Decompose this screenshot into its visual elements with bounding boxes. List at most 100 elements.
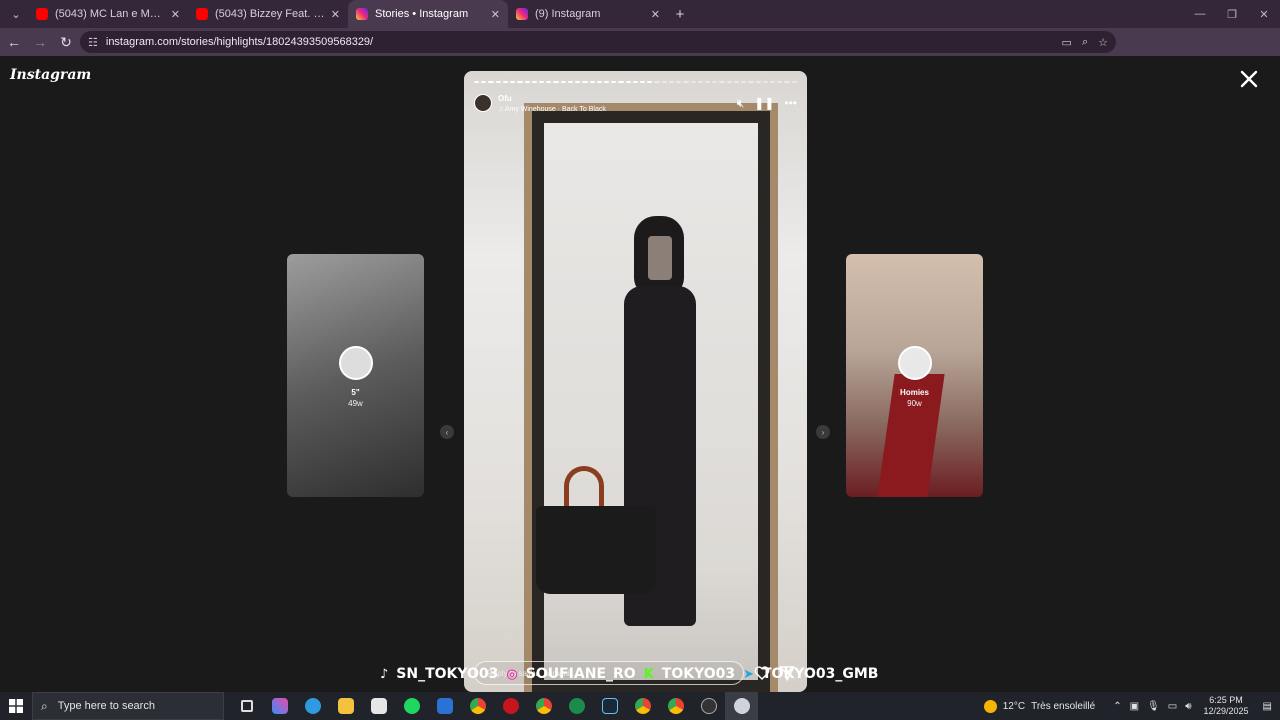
- tab-title: (9) Instagram: [535, 8, 601, 20]
- windows-start-icon[interactable]: [0, 692, 32, 720]
- tiktok-icon: ♪: [380, 666, 389, 682]
- forward-arrow-icon[interactable]: →: [28, 30, 52, 54]
- instagram-handle: SOUFIANE_RO: [525, 666, 636, 682]
- network-icon[interactable]: ▭: [1168, 701, 1177, 712]
- browser-tab-active[interactable]: Stories • Instagram ✕: [348, 0, 508, 28]
- more-options-icon[interactable]: •••: [784, 96, 797, 110]
- tab-close-icon[interactable]: ✕: [171, 8, 180, 21]
- site-info-icon[interactable]: ☷: [88, 36, 98, 49]
- browser-tab[interactable]: (5043) MC Lan e MC WM - Su ✕: [28, 0, 188, 28]
- clock[interactable]: 6:25 PM 12/29/2025: [1204, 695, 1249, 717]
- app-icon[interactable]: [494, 692, 527, 720]
- kick-icon: K: [643, 666, 654, 682]
- story-age: 7w: [515, 94, 527, 103]
- chrome-icon[interactable]: [626, 692, 659, 720]
- windows-taskbar: ⌕ Type here to search 12°C Très ensoleil…: [0, 692, 1280, 720]
- tab-title: Stories • Instagram: [375, 8, 469, 20]
- close-window-button[interactable]: ✕: [1248, 0, 1280, 28]
- app-icon-active[interactable]: [725, 692, 758, 720]
- chrome-icon[interactable]: [461, 692, 494, 720]
- telegram-handle: TOKYO03_GMB: [762, 666, 879, 682]
- reload-icon[interactable]: ↻: [54, 30, 78, 54]
- restore-button[interactable]: ❐: [1216, 0, 1248, 28]
- avatar[interactable]: [474, 94, 492, 112]
- highlight-avatar: [338, 346, 373, 380]
- back-arrow-icon[interactable]: ←: [2, 30, 26, 54]
- instagram-icon: ◎: [506, 666, 518, 682]
- tab-close-icon[interactable]: ✕: [491, 8, 500, 21]
- file-explorer-icon[interactable]: [329, 692, 362, 720]
- notification-icon[interactable]: ▤: [1263, 701, 1272, 712]
- tray-app-icon[interactable]: ▣: [1130, 701, 1139, 712]
- search-icon: ⌕: [41, 698, 48, 713]
- highlight-title: Homies: [900, 388, 929, 397]
- instagram-logo[interactable]: Instagram: [10, 67, 91, 83]
- tab-search-menu-icon[interactable]: ⌄: [4, 4, 28, 24]
- address-bar[interactable]: ☷ instagram.com/stories/highlights/18024…: [80, 31, 1116, 53]
- tab-close-icon[interactable]: ✕: [331, 8, 340, 21]
- clock-time: 6:25 PM: [1209, 695, 1243, 705]
- browser-tab[interactable]: (9) Instagram ✕: [508, 0, 668, 28]
- zoom-icon[interactable]: ⌕: [1082, 36, 1088, 49]
- bookmark-star-icon[interactable]: ☆: [1098, 36, 1108, 49]
- browser-tab-strip: ⌄ (5043) MC Lan e MC WM - Su ✕ (5043) Bi…: [0, 0, 1280, 28]
- next-story-arrow-icon[interactable]: ›: [816, 425, 830, 439]
- music-icon: ♫: [498, 106, 505, 113]
- instagram-stories-page: Instagram 5" 49w ‹ Ofu 7w ♫ Amy Winehouse…: [0, 56, 1280, 692]
- youtube-icon: [196, 8, 208, 20]
- chrome-profile-icon[interactable]: [527, 692, 560, 720]
- highlight-avatar: [897, 346, 932, 380]
- microphone-icon[interactable]: 🎙︎: [1147, 701, 1160, 712]
- minimize-button[interactable]: —: [1184, 0, 1216, 28]
- youtube-icon: [36, 8, 48, 20]
- install-app-icon[interactable]: ▭: [1062, 36, 1072, 49]
- close-icon[interactable]: [1238, 68, 1260, 90]
- highlight-age: 49w: [348, 399, 363, 408]
- highlight-title: 5": [351, 388, 360, 397]
- story-photo-subject: [536, 216, 714, 626]
- chevron-up-icon[interactable]: ⌃: [1113, 701, 1121, 712]
- highlight-age: 90w: [907, 399, 922, 408]
- steam-icon[interactable]: [593, 692, 626, 720]
- chrome-icon[interactable]: [659, 692, 692, 720]
- story-song[interactable]: Amy Winehouse · Back To Black: [505, 106, 606, 113]
- sun-icon: [983, 699, 997, 713]
- window-controls: — ❐ ✕: [1184, 0, 1280, 28]
- tiktok-handle: SN_TOKYO03: [396, 666, 499, 682]
- weather-temp: 12°C: [1002, 700, 1026, 712]
- weather-widget[interactable]: 12°C Très ensoleillé: [983, 699, 1095, 713]
- volume-icon[interactable]: 🔊︎: [1185, 701, 1191, 712]
- taskbar-search-placeholder: Type here to search: [57, 700, 155, 712]
- taskbar-apps: [230, 692, 758, 720]
- system-tray: 12°C Très ensoleillé ⌃ ▣ 🎙︎ ▭ 🔊︎ 6:25 PM…: [983, 692, 1280, 720]
- new-tab-button[interactable]: +: [668, 6, 692, 23]
- mute-icon[interactable]: 🔇︎: [737, 96, 745, 111]
- telegram-icon: ➤: [743, 666, 754, 682]
- url-text[interactable]: instagram.com/stories/highlights/1802439…: [106, 36, 373, 48]
- app-icon[interactable]: [560, 692, 593, 720]
- task-view-icon[interactable]: [230, 692, 263, 720]
- instagram-icon: [356, 8, 368, 20]
- browser-tab[interactable]: (5043) Bizzey Feat. Jozo & Kra ✕: [188, 0, 348, 28]
- taskbar-search[interactable]: ⌕ Type here to search: [32, 692, 224, 720]
- story-viewer[interactable]: Ofu 7w ♫ Amy Winehouse · Back To Black 🔇︎…: [464, 71, 807, 692]
- clock-date: 12/29/2025: [1203, 706, 1249, 716]
- previous-story-arrow-icon[interactable]: ‹: [440, 425, 454, 439]
- story-header: Ofu 7w ♫ Amy Winehouse · Back To Black 🔇︎…: [474, 91, 797, 115]
- kick-handle: TOKYO03: [661, 666, 736, 682]
- next-highlight-card[interactable]: Homies 90w: [846, 254, 983, 497]
- previous-highlight-card[interactable]: 5" 49w: [287, 254, 424, 497]
- story-username[interactable]: Ofu: [498, 94, 512, 103]
- instagram-icon: [516, 8, 528, 20]
- copilot-icon[interactable]: [263, 692, 296, 720]
- tab-title: (5043) MC Lan e MC WM - Su: [55, 8, 165, 20]
- story-controls: 🔇︎ ❚❚ •••: [737, 96, 797, 111]
- edge-icon[interactable]: [296, 692, 329, 720]
- mail-icon[interactable]: [428, 692, 461, 720]
- spotify-icon[interactable]: [395, 692, 428, 720]
- store-icon[interactable]: [362, 692, 395, 720]
- app-icon[interactable]: [692, 692, 725, 720]
- pause-icon[interactable]: ❚❚: [754, 96, 774, 110]
- tab-close-icon[interactable]: ✕: [651, 8, 660, 21]
- story-meta: Ofu 7w ♫ Amy Winehouse · Back To Black: [498, 91, 606, 115]
